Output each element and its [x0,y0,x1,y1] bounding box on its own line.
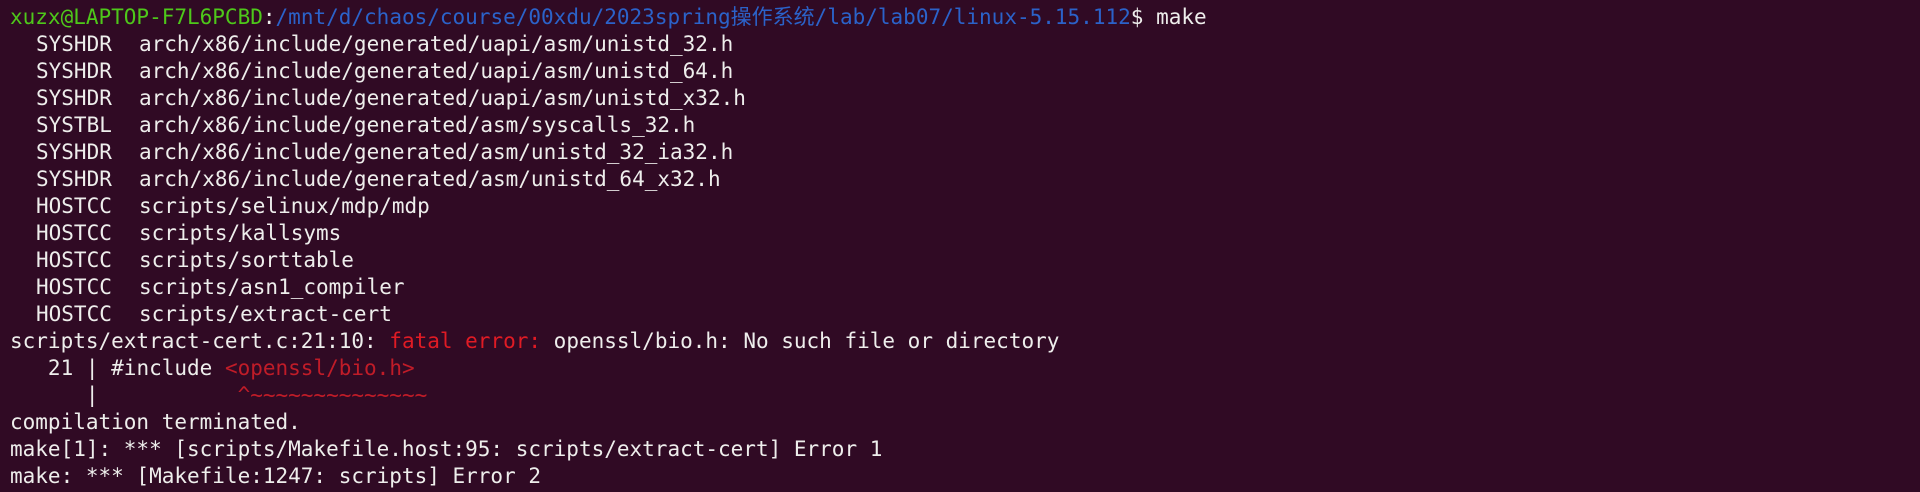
build-line: HOSTCC scripts/extract-cert [10,301,1910,328]
error-marker: ^~~~~~~~~~~~~~~ [237,383,428,407]
build-tag: HOSTCC [36,221,112,245]
marker-gutter: | [10,383,238,407]
build-file: arch/x86/include/generated/uapi/asm/unis… [139,59,734,83]
build-file: scripts/asn1_compiler [139,275,405,299]
build-file: arch/x86/include/generated/asm/unistd_32… [139,140,734,164]
output-line: make: *** [Makefile:1247: scripts] Error… [10,464,542,488]
build-line: HOSTCC scripts/sorttable [10,247,1910,274]
build-line: SYSTBL arch/x86/include/generated/asm/sys… [10,112,1910,139]
build-line: HOSTCC scripts/kallsyms [10,220,1910,247]
output-line: make[1]: *** [scripts/Makefile.host:95: … [10,437,883,461]
build-line: SYSHDR arch/x86/include/generated/asm/uni… [10,166,1910,193]
build-line: HOSTCC scripts/asn1_compiler [10,274,1910,301]
prompt-path: /mnt/d/chaos/course/00xdu/2023spring操作系统… [275,5,1131,29]
build-line: SYSHDR arch/x86/include/generated/uapi/as… [10,58,1910,85]
marker-line: | ^~~~~~~~~~~~~~~ [10,382,1910,409]
build-file: scripts/extract-cert [139,302,392,326]
source-line: 21 | #include <openssl/bio.h> [10,355,1910,382]
build-file: scripts/selinux/mdp/mdp [139,194,430,218]
build-tag: HOSTCC [36,248,112,272]
command-text: make [1156,5,1207,29]
build-file: scripts/sorttable [139,248,354,272]
build-tag: SYSHDR [36,59,112,83]
prompt-line: xuzx@LAPTOP-F7L6PCBD:/mnt/d/chaos/course… [10,4,1910,31]
build-tag: SYSHDR [36,32,112,56]
build-line: HOSTCC scripts/selinux/mdp/mdp [10,193,1910,220]
build-file: arch/x86/include/generated/uapi/asm/unis… [139,86,746,110]
build-file: arch/x86/include/generated/uapi/asm/unis… [139,32,734,56]
prompt-dollar: $ [1130,5,1157,29]
build-tag: SYSHDR [36,140,112,164]
build-line: SYSHDR arch/x86/include/generated/asm/uni… [10,139,1910,166]
build-line: SYSHDR arch/x86/include/generated/uapi/as… [10,31,1910,58]
prompt-user-host: xuzx@LAPTOP-F7L6PCBD [10,5,263,29]
error-label: fatal error: [389,329,554,353]
terminal-window[interactable]: xuzx@LAPTOP-F7L6PCBD:/mnt/d/chaos/course… [0,0,1920,492]
build-tag: SYSHDR [36,167,112,191]
error-location: scripts/extract-cert.c:21:10: [10,329,390,353]
output-line: compilation terminated. [10,410,301,434]
build-tag: HOSTCC [36,275,112,299]
source-line-number: 21 | [10,356,112,380]
build-file: arch/x86/include/generated/asm/unistd_64… [139,167,721,191]
build-file: scripts/kallsyms [139,221,342,245]
build-tag: HOSTCC [36,194,112,218]
error-message: openssl/bio.h: No such file or directory [553,329,1060,353]
prompt-colon: : [262,5,276,29]
build-tag: HOSTCC [36,302,112,326]
error-line: scripts/extract-cert.c:21:10: fatal erro… [10,328,1910,355]
build-tag: SYSTBL [36,113,112,137]
build-tag: SYSHDR [36,86,112,110]
build-file: arch/x86/include/generated/asm/syscalls_… [139,113,696,137]
source-include-highlight: <openssl/bio.h> [224,356,415,380]
build-line: SYSHDR arch/x86/include/generated/uapi/as… [10,85,1910,112]
source-code: #include [111,356,225,380]
